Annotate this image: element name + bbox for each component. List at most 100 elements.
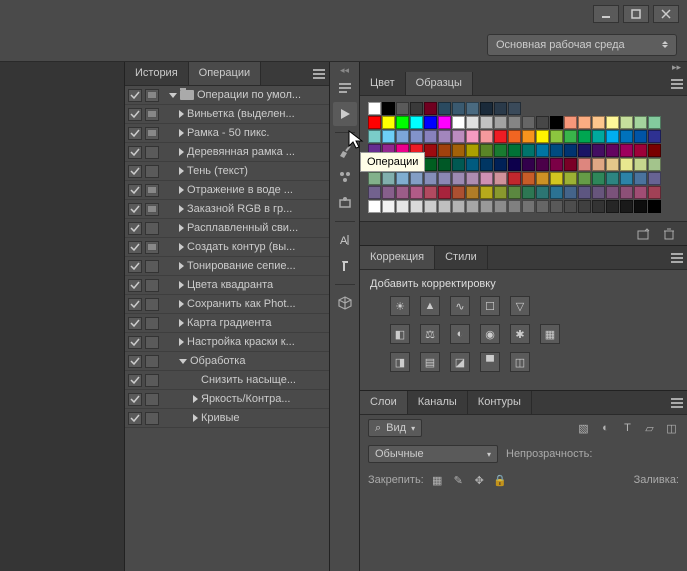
swatch[interactable]: [606, 158, 619, 171]
swatch[interactable]: [424, 186, 437, 199]
curves-adj-icon[interactable]: ∿: [450, 296, 470, 316]
disclosure-triangle-icon[interactable]: [179, 148, 184, 156]
swatch[interactable]: [438, 158, 451, 171]
swatch[interactable]: [550, 158, 563, 171]
toggle-check[interactable]: [128, 279, 142, 292]
action-row[interactable]: Яркость/Контра...: [125, 390, 329, 409]
swatch[interactable]: [466, 130, 479, 143]
modal-toggle[interactable]: [145, 355, 159, 368]
disclosure-triangle-icon[interactable]: [179, 167, 184, 175]
collapse-panels-button[interactable]: ▸▸: [360, 62, 687, 72]
tab-actions[interactable]: Операции: [189, 62, 261, 85]
action-row[interactable]: Создать контур (вы...: [125, 238, 329, 257]
lock-all-icon[interactable]: 🔒: [493, 473, 508, 488]
action-row[interactable]: Цвета квадранта: [125, 276, 329, 295]
swatch[interactable]: [410, 116, 423, 129]
swatch[interactable]: [634, 144, 647, 157]
swatch[interactable]: [592, 186, 605, 199]
swatch[interactable]: [550, 116, 563, 129]
toggle-check[interactable]: [128, 108, 142, 121]
swatch[interactable]: [634, 116, 647, 129]
swatch[interactable]: [382, 116, 395, 129]
swatch[interactable]: [480, 186, 493, 199]
swatch[interactable]: [466, 158, 479, 171]
blend-mode-dropdown[interactable]: Обычные ▾: [368, 445, 498, 463]
toggle-check[interactable]: [128, 222, 142, 235]
action-row[interactable]: Деревянная рамка ...: [125, 143, 329, 162]
swatch[interactable]: [508, 158, 521, 171]
disclosure-triangle-icon[interactable]: [169, 93, 177, 98]
disclosure-triangle-icon[interactable]: [179, 300, 184, 308]
swatch[interactable]: [620, 116, 633, 129]
swatch[interactable]: [606, 130, 619, 143]
toggle-check[interactable]: [128, 241, 142, 254]
lock-paint-icon[interactable]: ✎: [451, 473, 466, 488]
dock-collapse-handle[interactable]: ◂◂: [333, 66, 357, 74]
delete-swatch-button[interactable]: [661, 226, 677, 242]
swatch[interactable]: [592, 144, 605, 157]
disclosure-triangle-icon[interactable]: [179, 205, 184, 213]
swatch[interactable]: [368, 102, 381, 115]
swatch[interactable]: [550, 186, 563, 199]
selective-adj-icon[interactable]: ◫: [510, 352, 530, 372]
swatch[interactable]: [648, 144, 661, 157]
tab-history[interactable]: История: [125, 62, 189, 85]
modal-toggle[interactable]: [145, 108, 159, 121]
tab-layers[interactable]: Слои: [360, 391, 408, 414]
layers-panel-menu[interactable]: [667, 391, 687, 414]
swatch[interactable]: [480, 172, 493, 185]
swatch[interactable]: [396, 102, 409, 115]
modal-toggle[interactable]: [145, 393, 159, 406]
disclosure-triangle-icon[interactable]: [179, 243, 184, 251]
disclosure-triangle-icon[interactable]: [179, 319, 184, 327]
layer-filter-dropdown[interactable]: ⌕ Вид ▾: [368, 419, 422, 437]
swatch[interactable]: [536, 130, 549, 143]
filter-image-icon[interactable]: ▧: [576, 421, 591, 436]
swatch[interactable]: [564, 130, 577, 143]
history-dock-icon[interactable]: [333, 76, 357, 100]
action-row[interactable]: Операции по умол...: [125, 86, 329, 105]
modal-toggle[interactable]: [145, 222, 159, 235]
swatch[interactable]: [382, 186, 395, 199]
swatch[interactable]: [564, 172, 577, 185]
swatch[interactable]: [480, 200, 493, 213]
levels-adj-icon[interactable]: ▲: [420, 296, 440, 316]
modal-toggle[interactable]: [145, 203, 159, 216]
modal-toggle[interactable]: [145, 298, 159, 311]
swatch[interactable]: [536, 158, 549, 171]
swatch[interactable]: [424, 200, 437, 213]
tab-color[interactable]: Цвет: [360, 72, 406, 95]
tab-paths[interactable]: Контуры: [468, 391, 532, 414]
swatch[interactable]: [424, 172, 437, 185]
tab-channels[interactable]: Каналы: [408, 391, 468, 414]
swatch[interactable]: [606, 186, 619, 199]
action-row[interactable]: Сохранить как Phot...: [125, 295, 329, 314]
swatch[interactable]: [522, 172, 535, 185]
swatch[interactable]: [396, 116, 409, 129]
swatch[interactable]: [368, 186, 381, 199]
swatch[interactable]: [466, 200, 479, 213]
swatch[interactable]: [564, 186, 577, 199]
modal-toggle[interactable]: [145, 165, 159, 178]
swatch[interactable]: [606, 144, 619, 157]
clone-source-dock-icon[interactable]: [333, 191, 357, 215]
modal-toggle[interactable]: [145, 184, 159, 197]
swatch[interactable]: [592, 130, 605, 143]
swatch[interactable]: [396, 200, 409, 213]
swatch[interactable]: [508, 102, 521, 115]
swatch[interactable]: [424, 116, 437, 129]
swatch[interactable]: [564, 200, 577, 213]
swatch[interactable]: [382, 172, 395, 185]
swatch[interactable]: [480, 144, 493, 157]
swatch[interactable]: [522, 200, 535, 213]
swatch[interactable]: [522, 144, 535, 157]
toggle-check[interactable]: [128, 127, 142, 140]
swatch[interactable]: [396, 130, 409, 143]
3d-dock-icon[interactable]: [333, 291, 357, 315]
new-swatch-button[interactable]: [635, 226, 651, 242]
action-row[interactable]: Тень (текст): [125, 162, 329, 181]
swatch[interactable]: [620, 130, 633, 143]
swatch[interactable]: [550, 144, 563, 157]
swatch[interactable]: [536, 116, 549, 129]
action-row[interactable]: Снизить насыще...: [125, 371, 329, 390]
